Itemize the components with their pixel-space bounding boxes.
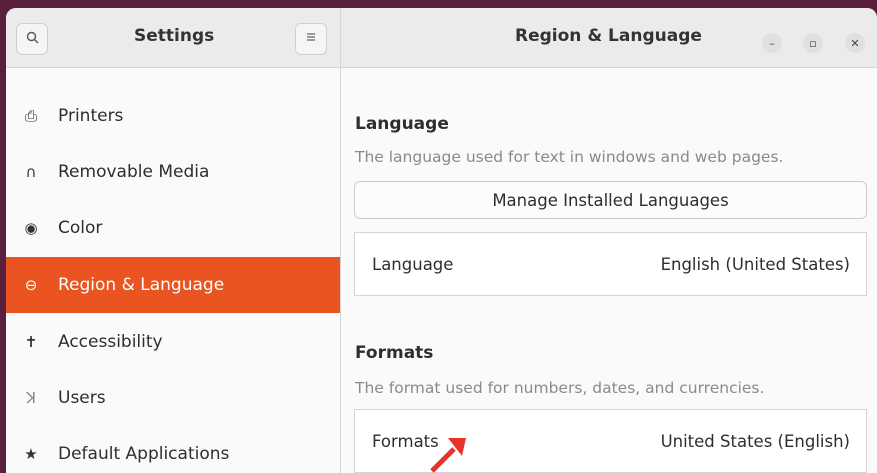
sidebar-item-label: Printers [58, 106, 124, 126]
sidebar-item-printers[interactable]: ⎙ Printers [6, 88, 340, 144]
close-button[interactable]: ✕ [845, 33, 865, 53]
color-icon: ◉ [24, 219, 38, 237]
language-description: The language used for text in windows an… [355, 148, 784, 166]
sidebar: ⎙ Printers ∩ Removable Media ◉ Color ⊖ R… [6, 68, 341, 473]
sidebar-item-removable-media[interactable]: ∩ Removable Media [6, 144, 340, 200]
manage-installed-languages-button[interactable]: Manage Installed Languages [354, 181, 867, 219]
content-header: Region & Language – ▫ ✕ [341, 8, 877, 68]
panel-title: Region & Language [515, 26, 702, 46]
sidebar-item-default-applications[interactable]: ★ Default Applications [6, 426, 340, 473]
search-button[interactable] [16, 23, 48, 55]
formats-row-value: United States (English) [660, 431, 850, 451]
sidebar-item-label: Default Applications [58, 444, 230, 464]
removable-media-icon: ∩ [25, 163, 37, 181]
formats-heading: Formats [355, 343, 434, 363]
region-icon: ⊖ [24, 276, 38, 294]
menu-button[interactable] [295, 23, 327, 55]
search-icon [26, 31, 39, 48]
settings-window: Settings Region & Language – ▫ ✕ ⎙ Print… [6, 8, 877, 473]
sidebar-item-label: Accessibility [58, 332, 163, 352]
language-row[interactable]: Language English (United States) [354, 232, 867, 296]
formats-description: The format used for numbers, dates, and … [355, 379, 765, 397]
region-language-panel: Language The language used for text in w… [341, 68, 877, 473]
sidebar-title: Settings [134, 26, 215, 46]
annotation-arrow-icon [430, 438, 466, 473]
sidebar-item-users[interactable]: ꓘ Users [6, 370, 340, 426]
sidebar-header: Settings [6, 8, 341, 68]
minimize-button[interactable]: – [762, 33, 782, 53]
sidebar-item-accessibility[interactable]: ✝ Accessibility [6, 314, 340, 370]
sidebar-item-label: Users [58, 388, 106, 408]
language-heading: Language [355, 114, 449, 134]
sidebar-item-label: Removable Media [58, 162, 210, 182]
language-row-label: Language [372, 254, 454, 274]
close-icon: ✕ [850, 36, 860, 50]
hamburger-menu-icon [305, 31, 317, 47]
sidebar-item-label: Color [58, 218, 103, 238]
sidebar-item-label: Region & Language [58, 275, 225, 295]
sidebar-item-region-language[interactable]: ⊖ Region & Language [6, 257, 340, 313]
users-icon: ꓘ [26, 389, 36, 407]
printer-icon: ⎙ [24, 107, 37, 125]
star-icon: ★ [24, 445, 38, 463]
accessibility-icon: ✝ [24, 333, 38, 351]
maximize-icon: ▫ [809, 36, 817, 50]
language-row-value: English (United States) [660, 254, 850, 274]
maximize-button[interactable]: ▫ [803, 33, 823, 53]
sidebar-item-color[interactable]: ◉ Color [6, 200, 340, 256]
minimize-icon: – [769, 36, 775, 50]
